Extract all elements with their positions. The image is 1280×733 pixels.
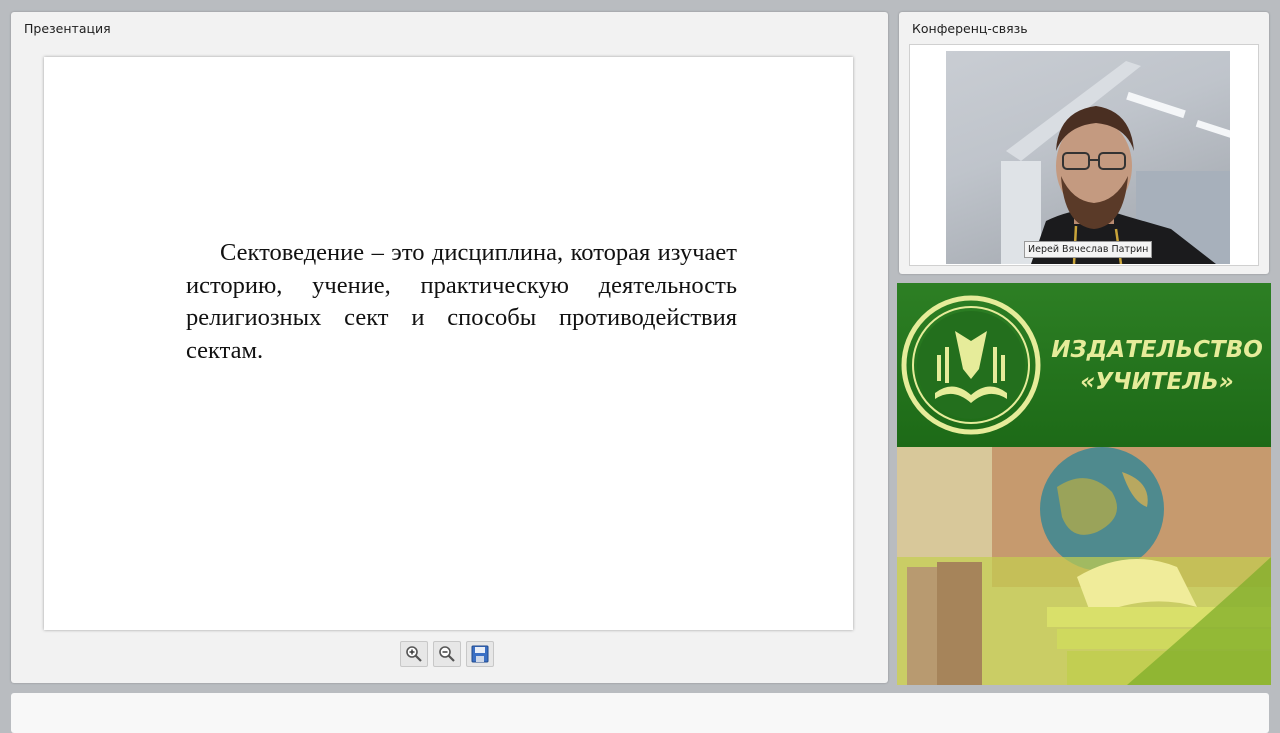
zoom-in-icon (406, 646, 422, 662)
slide-text: Сектоведение – это дисциплина, которая и… (186, 239, 737, 364)
publisher-name-line2: «УЧИТЕЛЬ» (1080, 369, 1234, 395)
presentation-panel: Презентация Сектоведение – это дисциплин… (11, 12, 888, 683)
slide-toolbar (400, 641, 494, 667)
zoom-out-icon (439, 646, 455, 662)
publisher-banner[interactable]: ИЗДАТЕЛЬСТВО «УЧИТЕЛЬ» (897, 283, 1271, 685)
video-scene (1001, 61, 1230, 264)
books-globe-illustration (897, 447, 1271, 685)
zoom-in-button[interactable] (400, 641, 428, 667)
participant-video[interactable]: Иерей Вячеслав Патрин (946, 51, 1230, 264)
publisher-banner-top: ИЗДАТЕЛЬСТВО «УЧИТЕЛЬ» (897, 283, 1271, 447)
publisher-logo-icon (901, 295, 1041, 435)
zoom-out-button[interactable] (433, 641, 461, 667)
save-icon (471, 645, 489, 663)
participant-name-label: Иерей Вячеслав Патрин (1024, 241, 1153, 258)
bottom-panel (11, 693, 1269, 733)
publisher-name-line1: ИЗДАТЕЛЬСТВО (1051, 337, 1263, 363)
conference-title: Конференц-связь (912, 21, 1028, 36)
presentation-title: Презентация (24, 21, 111, 36)
video-frame: Иерей Вячеслав Патрин (909, 44, 1259, 266)
presentation-slide: Сектоведение – это дисциплина, которая и… (44, 57, 853, 630)
conference-panel: Конференц-связь Иерей Вячеслав Патрин (899, 12, 1269, 274)
save-button[interactable] (466, 641, 494, 667)
publisher-banner-image (897, 447, 1271, 685)
